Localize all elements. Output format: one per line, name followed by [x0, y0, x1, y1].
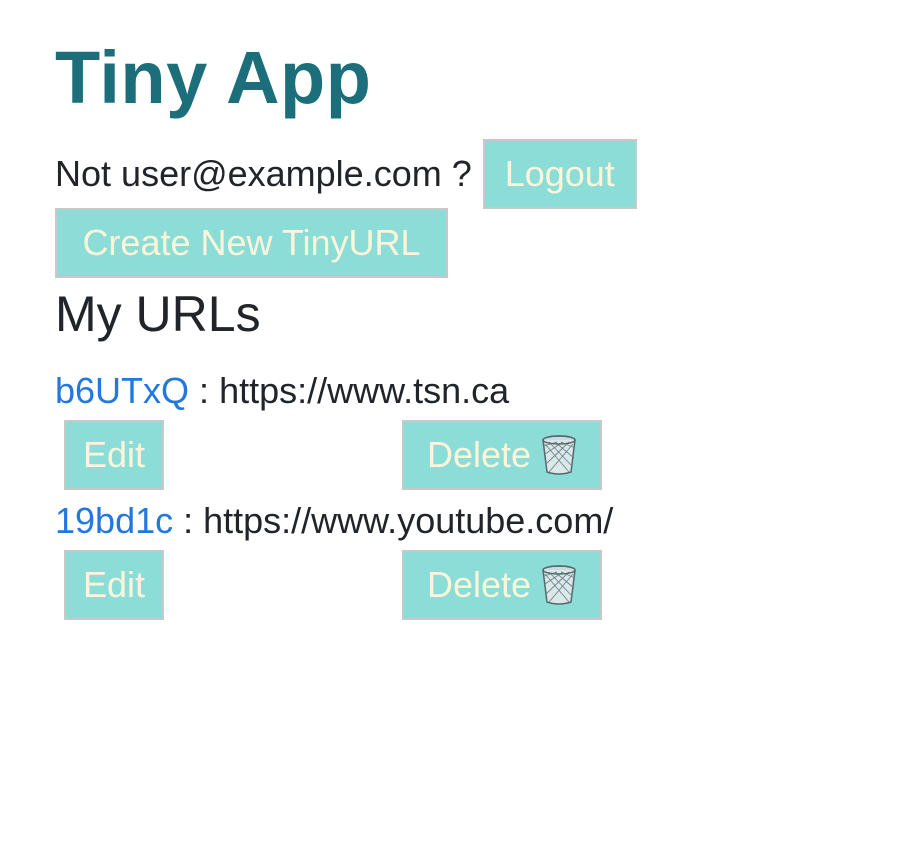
- app-title: Tiny App: [55, 36, 372, 119]
- delete-button-label: Delete: [426, 564, 532, 605]
- question-mark: ?: [451, 153, 472, 194]
- delete-button-label: Delete: [426, 434, 532, 475]
- create-new-tinyurl-button[interactable]: Create New TinyURL: [55, 208, 448, 278]
- user-email: user@example.com: [121, 153, 442, 194]
- edit-button[interactable]: Edit: [64, 420, 164, 490]
- trash-can-icon: [542, 435, 576, 475]
- url-separator: :: [183, 500, 194, 541]
- edit-button[interactable]: Edit: [64, 550, 164, 620]
- url-line: 19bd1c : https://www.youtube.com/: [55, 490, 613, 552]
- url-entry: b6UTxQ : https://www.tsn.ca Edit Delete: [55, 360, 855, 490]
- url-entry: 19bd1c : https://www.youtube.com/ Edit D…: [55, 490, 855, 620]
- page-container: Tiny App Not user@example.com ? Logout C…: [55, 0, 902, 868]
- logout-button[interactable]: Logout: [482, 139, 637, 209]
- long-url-text: https://www.tsn.ca: [219, 370, 510, 411]
- url-line: b6UTxQ : https://www.tsn.ca: [55, 360, 509, 422]
- user-status-text: Not user@example.com ?: [55, 139, 472, 209]
- url-separator: :: [199, 370, 210, 411]
- delete-button[interactable]: Delete: [402, 550, 602, 620]
- user-status-line: Not user@example.com ? Logout: [55, 139, 637, 209]
- long-url-text: https://www.youtube.com/: [203, 500, 614, 541]
- short-url-link[interactable]: b6UTxQ: [55, 370, 189, 412]
- short-url-link[interactable]: 19bd1c: [55, 500, 173, 542]
- not-label: Not: [55, 153, 112, 194]
- delete-button[interactable]: Delete: [402, 420, 602, 490]
- my-urls-heading: My URLs: [55, 286, 261, 342]
- trash-can-icon: [542, 565, 576, 605]
- url-list: b6UTxQ : https://www.tsn.ca Edit Delete …: [55, 360, 855, 620]
